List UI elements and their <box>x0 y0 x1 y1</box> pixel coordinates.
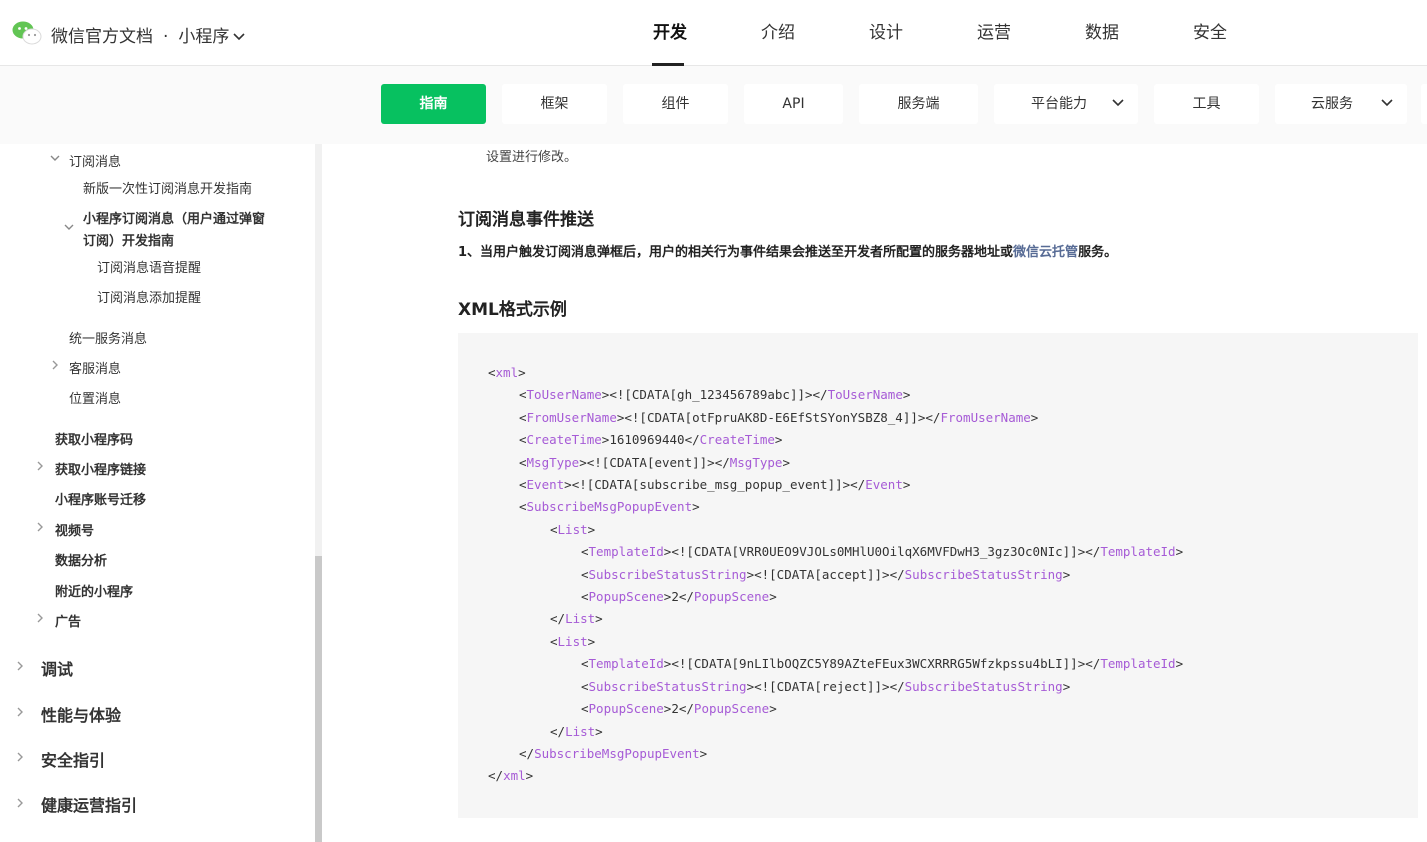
sidebar-item-customer[interactable]: 客服消息 <box>69 358 121 377</box>
sidebar-item-voice[interactable]: 订阅消息语音提醒 <box>97 257 201 276</box>
event-para-text: 1、当用户触发订阅消息弹框后，用户的相关行为事件结果会推送至开发者所配置的服务器… <box>458 245 1014 260</box>
chevron-down-icon <box>1112 99 1124 107</box>
code-line: <List> <box>550 521 596 537</box>
sidebar-item-health[interactable]: 健康运营指引 <box>41 792 137 816</box>
event-push-heading: 订阅消息事件推送 <box>458 210 594 230</box>
wechat-logo-icon[interactable] <box>12 20 42 46</box>
code-line: <CreateTime>1610969440</CreateTime> <box>519 432 783 448</box>
sidebar-item-nearby[interactable]: 附近的小程序 <box>55 581 133 600</box>
nav-operations[interactable]: 运营 <box>940 0 1048 66</box>
sidebar-item-ads[interactable]: 广告 <box>55 611 81 630</box>
event-para-end: 服务。 <box>1078 245 1118 260</box>
chevron-down-icon[interactable] <box>50 155 60 162</box>
sidebar-item-get-link[interactable]: 获取小程序链接 <box>55 459 146 478</box>
tab-tools[interactable]: 工具 <box>1154 84 1259 124</box>
code-line: <PopupScene>2</PopupScene> <box>581 701 777 717</box>
sidebar-item-subscribe[interactable]: 订阅消息 <box>69 151 121 170</box>
code-line: <TemplateId><![CDATA[9nLIlbOQZC5Y89AZteF… <box>581 656 1184 672</box>
code-line: <PopupScene>2</PopupScene> <box>581 589 777 605</box>
chevron-right-icon[interactable] <box>37 613 44 623</box>
sidebar: 订阅消息 新版一次性订阅消息开发指南 小程序订阅消息（用户通过弹窗 订阅）开发指… <box>0 144 315 842</box>
code-line: </xml> <box>488 768 534 784</box>
sidebar-item-mini-subscribe-1[interactable]: 小程序订阅消息（用户通过弹窗 <box>83 208 265 227</box>
brand-title[interactable]: 微信官方文档 <box>51 27 153 47</box>
code-line: <TemplateId><![CDATA[VRR0UEO9VJOLs0MHlU0… <box>581 544 1184 560</box>
sidebar-item-get-code[interactable]: 获取小程序码 <box>55 429 133 448</box>
sidebar-item-perf[interactable]: 性能与体验 <box>41 702 121 726</box>
chevron-right-icon[interactable] <box>17 798 24 808</box>
sidebar-item-new-once[interactable]: 新版一次性订阅消息开发指南 <box>83 178 252 197</box>
code-block[interactable]: <xml> <ToUserName><![CDATA[gh_123456789ab… <box>458 333 1418 818</box>
tab-platform-label: 平台能力 <box>1031 96 1087 112</box>
sidebar-scrollbar[interactable] <box>315 556 322 842</box>
chevron-right-icon[interactable] <box>52 360 59 370</box>
sidebar-item-mini-subscribe-2[interactable]: 订阅）开发指南 <box>83 230 174 249</box>
code-line: </List> <box>550 723 603 739</box>
code-line: <xml> <box>488 365 526 380</box>
code-line: <List> <box>550 633 596 649</box>
code-line: <SubscribeStatusString><![CDATA[accept]]… <box>581 566 1071 582</box>
tab-overflow[interactable] <box>1421 84 1427 124</box>
tab-cloud-label: 云服务 <box>1311 96 1353 112</box>
chevron-right-icon[interactable] <box>37 522 44 532</box>
previous-paragraph-tail: 设置进行修改。 <box>486 150 578 165</box>
tab-components[interactable]: 组件 <box>623 84 728 124</box>
chevron-down-icon[interactable] <box>233 33 245 41</box>
brand[interactable]: 微信官方文档 · 小程序 <box>51 22 245 47</box>
tab-server[interactable]: 服务端 <box>859 84 978 124</box>
code-line: <Event><![CDATA[subscribe_msg_popup_even… <box>519 477 911 493</box>
chevron-right-icon[interactable] <box>17 752 24 762</box>
tab-api[interactable]: API <box>744 84 843 124</box>
chevron-right-icon[interactable] <box>17 661 24 671</box>
code-line: <SubscribeMsgPopupEvent> <box>519 499 700 515</box>
chevron-right-icon[interactable] <box>37 461 44 471</box>
top-header: 微信官方文档 · 小程序 开发 介绍 设计 运营 数据 安全 <box>0 0 1427 66</box>
wechat-cloudrun-link[interactable]: 微信云托管 <box>1013 245 1078 260</box>
brand-separator: · <box>163 27 169 47</box>
code-line: <SubscribeStatusString><![CDATA[reject]]… <box>581 678 1071 694</box>
tab-platform[interactable]: 平台能力 <box>994 84 1138 124</box>
sidebar-item-location[interactable]: 位置消息 <box>69 388 121 407</box>
code-line: </List> <box>550 611 603 627</box>
nav-security[interactable]: 安全 <box>1156 0 1264 66</box>
tab-cloud[interactable]: 云服务 <box>1275 84 1407 124</box>
nav-intro[interactable]: 介绍 <box>724 0 832 66</box>
section-switcher[interactable]: 小程序 <box>178 27 229 47</box>
sidebar-item-channels[interactable]: 视频号 <box>55 520 94 539</box>
sidebar-item-migrate[interactable]: 小程序账号迁移 <box>55 489 146 508</box>
xml-code: <xml> <ToUserName><![CDATA[gh_123456789ab… <box>488 362 1183 788</box>
sidebar-item-add-remind[interactable]: 订阅消息添加提醒 <box>97 287 201 306</box>
sidebar-item-security[interactable]: 安全指引 <box>41 747 105 771</box>
sub-nav: 指南 框架 组件 API 服务端 平台能力 工具 云服务 <box>0 66 1427 144</box>
tab-guide[interactable]: 指南 <box>381 84 486 124</box>
nav-data[interactable]: 数据 <box>1048 0 1156 66</box>
nav-develop[interactable]: 开发 <box>616 0 724 66</box>
chevron-down-icon[interactable] <box>64 224 74 231</box>
chevron-right-icon[interactable] <box>17 707 24 717</box>
sidebar-item-debug[interactable]: 调试 <box>41 656 73 680</box>
sidebar-item-analytics[interactable]: 数据分析 <box>55 550 107 569</box>
xml-example-heading: XML格式示例 <box>458 300 567 320</box>
event-push-paragraph: 1、当用户触发订阅消息弹框后，用户的相关行为事件结果会推送至开发者所配置的服务器… <box>458 241 1117 260</box>
code-line: </SubscribeMsgPopupEvent> <box>519 745 708 761</box>
tab-framework[interactable]: 框架 <box>502 84 607 124</box>
code-line: <MsgType><![CDATA[event]]></MsgType> <box>519 454 790 470</box>
sidebar-item-unified[interactable]: 统一服务消息 <box>69 328 147 347</box>
chevron-down-icon <box>1381 99 1393 107</box>
code-line: <ToUserName><![CDATA[gh_123456789abc]]><… <box>519 387 911 403</box>
code-line: <FromUserName><![CDATA[otFpruAK8D-E6EfSt… <box>519 409 1039 425</box>
top-nav: 开发 介绍 设计 运营 数据 安全 <box>616 0 1264 66</box>
nav-design[interactable]: 设计 <box>832 0 940 66</box>
